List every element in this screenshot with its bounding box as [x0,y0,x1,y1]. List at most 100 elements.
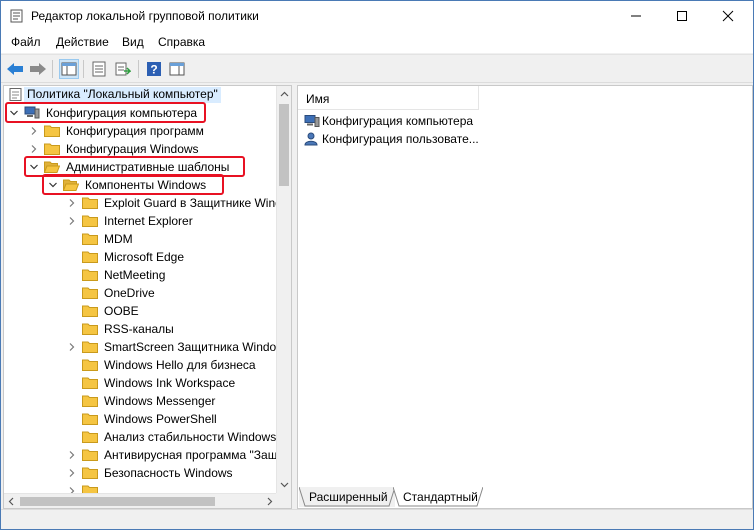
menu-view[interactable]: Вид [122,35,144,49]
tree-item-reliability-analysis[interactable]: Анализ стабильности Windows [4,428,278,446]
tree-item-label: Exploit Guard в Защитнике Windows [104,196,292,210]
folder-icon [44,143,60,155]
folder-icon [82,467,98,479]
tab-standard[interactable]: Стандартный [393,487,483,507]
menu-action[interactable]: Действие [56,35,109,49]
properties-icon [92,61,106,77]
chevron-down-icon[interactable] [48,180,58,190]
tree-root[interactable]: Политика "Локальный компьютер" [4,86,278,104]
back-button[interactable] [5,59,25,79]
tree-root-label-highlight: Политика "Локальный компьютер" [24,87,221,103]
tree-item-windows-messenger[interactable]: Windows Messenger [4,392,278,410]
column-header-label: Имя [306,92,330,106]
scroll-right-icon[interactable] [265,497,274,506]
tree-item-windows-hello[interactable]: Windows Hello для бизнеса [4,356,278,374]
tab-extended[interactable]: Расширенный [299,487,395,507]
tree-item-rss-feeds[interactable]: RSS-каналы [4,320,278,338]
scroll-up-icon[interactable] [280,90,289,99]
help-button[interactable]: ? [144,59,164,79]
properties-button[interactable] [89,59,109,79]
folder-icon [82,377,98,389]
tree-item-administrative-templates[interactable]: Административные шаблоны [4,158,278,176]
tree-item-windows-settings[interactable]: Конфигурация Windows [4,140,278,158]
console-tree-pane[interactable]: Политика "Локальный компьютер" Конфигура… [3,85,292,509]
tree-item-mdm[interactable]: MDM [4,230,278,248]
list-item-label: Конфигурация пользовате... [322,132,479,146]
chevron-down-icon[interactable] [29,162,39,172]
tree-item-netmeeting[interactable]: NetMeeting [4,266,278,284]
tree-item-smartscreen[interactable]: SmartScreen Защитника Windows [4,338,291,356]
tree-item-label: Internet Explorer [104,214,193,228]
tree-vertical-scroll-thumb[interactable] [279,104,289,186]
console-tree-icon [61,62,77,76]
tree-item-label: Windows Hello для бизнеса [104,358,256,372]
chevron-right-icon[interactable] [67,450,77,460]
chevron-right-icon[interactable] [67,342,77,352]
folder-icon [82,395,98,407]
tree-item-label: Компоненты Windows [85,178,207,192]
tree-item-internet-explorer[interactable]: Internet Explorer [4,212,278,230]
list-item-user-configuration[interactable]: Конфигурация пользовате... [304,130,504,148]
menu-help[interactable]: Справка [158,35,205,49]
tree-item-software-settings[interactable]: Конфигурация программ [4,122,278,140]
policy-document-icon [9,88,22,101]
tree-item-computer-configuration[interactable]: Конфигурация компьютера [4,104,278,122]
details-pane[interactable]: Имя Конфигурация компьютера Конфигурация… [297,85,753,509]
tree-item-label: Конфигурация программ [66,124,204,138]
scrollbar-corner [276,493,291,508]
tree-item-oobe[interactable]: OOBE [4,302,278,320]
folder-icon [82,323,98,335]
tree-item-label: Windows Messenger [104,394,216,408]
gpedit-window: Редактор локальной групповой политики Фа… [0,0,754,530]
chevron-right-icon[interactable] [29,144,39,154]
minimize-button[interactable] [613,1,659,31]
tree-item-windows-powershell[interactable]: Windows PowerShell [4,410,278,428]
maximize-button[interactable] [659,1,705,31]
view-tabs: Расширенный Стандартный [297,487,753,509]
chevron-right-icon[interactable] [29,126,39,136]
forward-button[interactable] [28,59,48,79]
tree-item-label: Анализ стабильности Windows [104,430,277,444]
show-hide-action-pane-button[interactable] [167,59,187,79]
toolbar: ? [1,54,753,83]
close-icon [722,10,734,22]
export-list-button[interactable] [113,59,133,79]
tree-item-exploit-guard[interactable]: Exploit Guard в Защитнике Windows [4,194,291,212]
tree-item-defender-antivirus[interactable]: Антивирусная программа "Защитник Windows… [4,446,291,464]
tree-item-label: OOBE [104,304,139,318]
tab-label: Расширенный [309,490,388,504]
scroll-down-icon[interactable] [280,480,289,489]
menu-file[interactable]: Файл [11,35,41,49]
show-hide-tree-button[interactable] [59,59,79,79]
export-list-icon [115,62,131,76]
scroll-left-icon[interactable] [7,497,16,506]
tree-item-label: Безопасность Windows [104,466,233,480]
toolbar-separator [138,60,139,78]
list-item-computer-configuration[interactable]: Конфигурация компьютера [304,112,504,130]
back-arrow-icon [7,63,23,75]
tree-item-windows-components[interactable]: Компоненты Windows [4,176,278,194]
tree-item-label: NetMeeting [104,268,166,282]
computer-icon [24,106,40,119]
status-bar [1,509,753,529]
tree-root-label: Политика "Локальный компьютер" [27,87,218,101]
chevron-right-icon[interactable] [67,198,77,208]
chevron-right-icon[interactable] [67,216,77,226]
svg-text:?: ? [150,63,157,77]
tree-item-windows-ink-workspace[interactable]: Windows Ink Workspace [4,374,278,392]
tree-item-onedrive[interactable]: OneDrive [4,284,278,302]
folder-open-icon [44,161,60,173]
toolbar-separator [83,60,84,78]
close-button[interactable] [705,1,751,31]
help-icon: ? [147,62,161,77]
toolbar-separator [52,60,53,78]
tree-horizontal-scroll-thumb[interactable] [20,497,215,506]
tree-horizontal-scrollbar[interactable] [4,493,278,508]
tree-item-windows-security[interactable]: Безопасность Windows [4,464,278,482]
chevron-right-icon[interactable] [67,468,77,478]
tree-vertical-scrollbar[interactable] [276,86,291,494]
tree-item-microsoft-edge[interactable]: Microsoft Edge [4,248,278,266]
folder-icon [82,359,98,371]
chevron-down-icon[interactable] [9,108,19,118]
column-header-name[interactable]: Имя [298,86,479,110]
